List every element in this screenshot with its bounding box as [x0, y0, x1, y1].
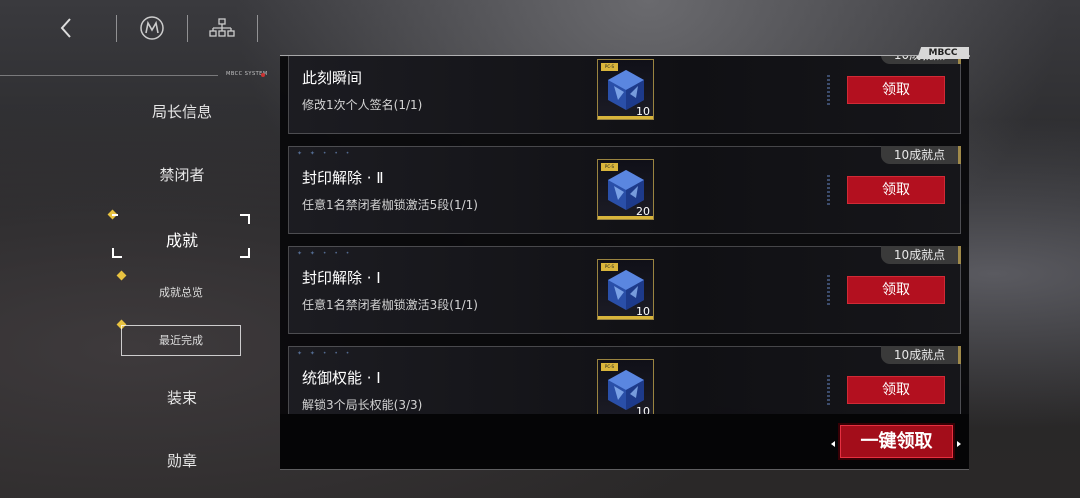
achievement-desc: 解锁3个局长权能(3/3) — [302, 398, 423, 412]
arrow-right-icon — [957, 441, 961, 447]
reward-item[interactable]: PC-S 10 — [597, 259, 654, 320]
nav-item-medals[interactable]: 勋章 — [112, 450, 252, 471]
nav-item-achievements[interactable]: 成就 — [112, 227, 252, 251]
diamond-icon — [116, 270, 127, 281]
back-button[interactable] — [48, 10, 84, 46]
reward-item[interactable]: PC-S 10 — [597, 359, 654, 420]
bracket-corner — [240, 214, 250, 224]
points-badge: 10成就点 — [881, 346, 961, 364]
achievement-card: ✦ ✦ • • • 封印解除 · Ⅰ 任意1名禁闭者枷锁激活3段(1/1) PC… — [288, 246, 961, 334]
bottom-action-bar: 一键领取 — [280, 414, 969, 469]
reward-rarity-tag: PC-S — [601, 263, 618, 271]
arrow-left-icon — [831, 441, 835, 447]
nav-item-outfits[interactable]: 装束 — [112, 387, 252, 408]
achievement-title: 封印解除 · Ⅱ — [302, 169, 384, 187]
reward-rarity-tag: PC-S — [601, 363, 618, 371]
claim-button[interactable]: 领取 — [847, 276, 945, 304]
reward-rarity-tag: PC-S — [601, 163, 618, 171]
top-bar — [0, 0, 280, 58]
claim-button[interactable]: 领取 — [847, 76, 945, 104]
mbcc-logo-button[interactable] — [134, 10, 170, 46]
nav-item-director-info[interactable]: 局长信息 — [112, 101, 252, 122]
reward-rarity-tag: PC-S — [601, 63, 618, 71]
reward-item[interactable]: PC-S 20 — [597, 159, 654, 220]
achievement-desc: 修改1次个人签名(1/1) — [302, 98, 423, 112]
claim-button[interactable]: 领取 — [847, 176, 945, 204]
achievement-desc: 任意1名禁闭者枷锁激活5段(1/1) — [302, 198, 478, 212]
points-badge: 10成就点 — [881, 246, 961, 264]
card-dots: ✦ ✦ • • • — [297, 150, 353, 157]
achievement-card: 此刻瞬间 修改1次个人签名(1/1) PC-S 10 领取 10成就点 — [288, 56, 961, 134]
system-divider — [0, 75, 218, 76]
mbcc-tag: MBCC — [917, 47, 969, 59]
nav-item-prisoners[interactable]: 禁闭者 — [112, 164, 252, 185]
achievement-card: ✦ ✦ • • • 封印解除 · Ⅱ 任意1名禁闭者枷锁激活5段(1/1) PC… — [288, 146, 961, 234]
subnav-item-recent[interactable]: 最近完成 — [121, 325, 241, 356]
system-dot — [261, 73, 265, 77]
achievement-title: 此刻瞬间 — [302, 69, 363, 87]
claim-all-button[interactable]: 一键领取 — [840, 425, 953, 458]
achievement-title: 封印解除 · Ⅰ — [302, 269, 381, 287]
mbcc-logo-icon — [140, 16, 164, 40]
card-dots: ✦ ✦ • • • — [297, 250, 353, 257]
claim-button[interactable]: 领取 — [847, 376, 945, 404]
subnav-item-overview[interactable]: 成就总览 — [121, 284, 241, 300]
points-badge: 10成就点 — [881, 146, 961, 164]
achievement-desc: 任意1名禁闭者枷锁激活3段(1/1) — [302, 298, 478, 312]
chevron-left-icon — [60, 18, 71, 38]
hierarchy-button[interactable] — [204, 10, 240, 46]
card-dots: ✦ ✦ • • • — [297, 350, 353, 357]
achievement-title: 统御权能 · Ⅰ — [302, 369, 381, 387]
hierarchy-icon — [209, 18, 235, 37]
achievement-panel: 此刻瞬间 修改1次个人签名(1/1) PC-S 10 领取 10成就点 ✦ ✦ … — [280, 56, 969, 470]
reward-item[interactable]: PC-S 10 — [597, 59, 654, 120]
